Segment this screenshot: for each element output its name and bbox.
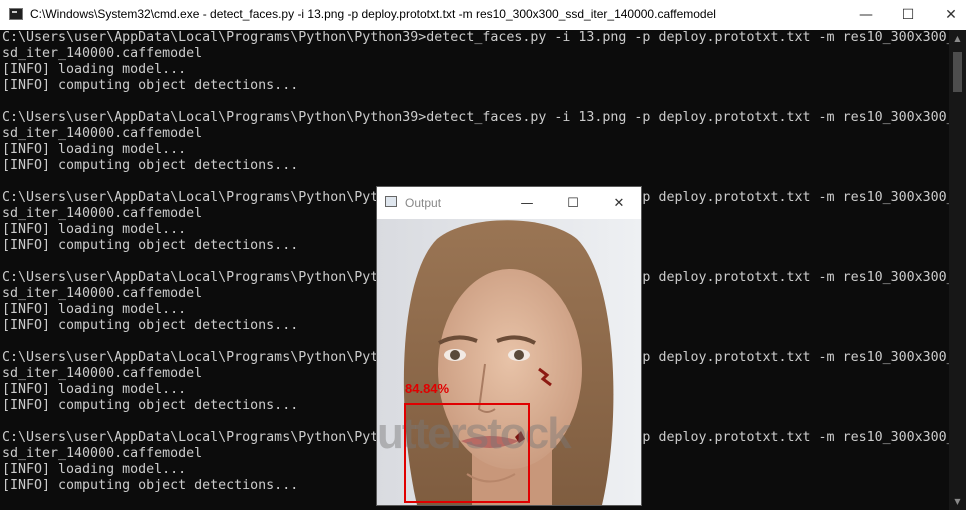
cmd-window-title: C:\Windows\System32\cmd.exe - detect_fac… xyxy=(30,7,716,21)
console-line: sd_iter_140000.caffemodel xyxy=(2,126,203,141)
console-line: [INFO] computing object detections... xyxy=(2,78,299,93)
output-minimize-button[interactable]: — xyxy=(507,189,547,217)
console-line: [INFO] loading model... xyxy=(2,62,187,77)
console-line: [INFO] loading model... xyxy=(2,382,187,397)
console-line: [INFO] loading model... xyxy=(2,462,187,477)
output-window-title: Output xyxy=(405,196,442,210)
console-line: [INFO] loading model... xyxy=(2,222,187,237)
output-close-button[interactable]: ✕ xyxy=(599,189,639,217)
console-line: [INFO] computing object detections... xyxy=(2,398,299,413)
console-line: [INFO] computing object detections... xyxy=(2,158,299,173)
output-window[interactable]: Output — ☐ ✕ utterstock 84.84% xyxy=(376,186,642,506)
output-maximize-button[interactable]: ☐ xyxy=(553,189,593,217)
console-line: [INFO] loading model... xyxy=(2,302,187,317)
detection-image: utterstock 84.84% xyxy=(377,219,641,505)
console-line: C:\Users\user\AppData\Local\Programs\Pyt… xyxy=(2,30,949,45)
cmd-title-bar[interactable]: C:\Windows\System32\cmd.exe - detect_fac… xyxy=(0,0,966,30)
scroll-up-arrow-icon[interactable]: ▲ xyxy=(949,30,966,47)
maximize-button[interactable]: ☐ xyxy=(885,0,931,30)
console-line: sd_iter_140000.caffemodel xyxy=(2,206,203,221)
confidence-label: 84.84% xyxy=(405,381,450,396)
console-line: sd_iter_140000.caffemodel xyxy=(2,366,203,381)
console-line: [INFO] computing object detections... xyxy=(2,318,299,333)
output-title-bar[interactable]: Output — ☐ ✕ xyxy=(377,187,641,219)
console-line: sd_iter_140000.caffemodel xyxy=(2,286,203,301)
window-app-icon xyxy=(385,196,397,207)
console-line: [INFO] computing object detections... xyxy=(2,478,299,493)
cmd-icon xyxy=(9,8,23,20)
console-line: [INFO] loading model... xyxy=(2,142,187,157)
console-line: sd_iter_140000.caffemodel xyxy=(2,446,203,461)
console-line: [INFO] computing object detections... xyxy=(2,238,299,253)
scrollbar-thumb[interactable] xyxy=(953,52,962,92)
console-line: sd_iter_140000.caffemodel xyxy=(2,46,203,61)
console-line: C:\Users\user\AppData\Local\Programs\Pyt… xyxy=(2,110,949,125)
vertical-scrollbar[interactable]: ▲ ▼ xyxy=(949,30,966,510)
scroll-down-arrow-icon[interactable]: ▼ xyxy=(949,493,966,510)
minimize-button[interactable]: — xyxy=(843,0,889,30)
face-bounding-box xyxy=(404,403,530,503)
close-button[interactable]: ✕ xyxy=(928,0,966,30)
